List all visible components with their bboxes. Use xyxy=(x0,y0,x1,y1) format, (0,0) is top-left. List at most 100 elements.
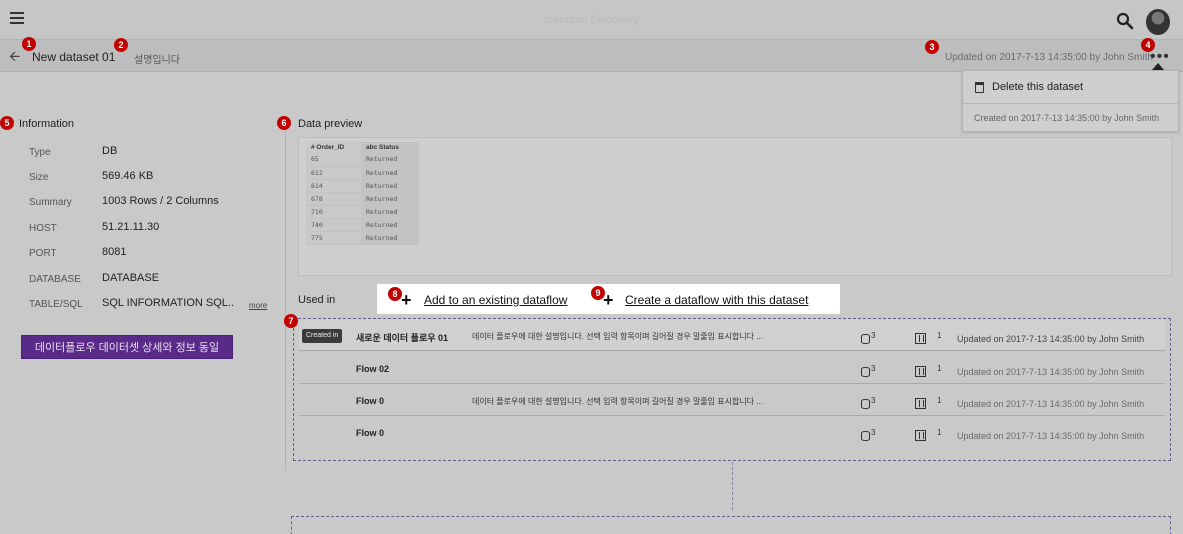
list-item[interactable]: Flow 0 데이터 플로우에 대한 설명입니다. 선택 입력 항목이며 길어질… xyxy=(299,384,1165,416)
table-icon xyxy=(915,398,926,409)
table-cell: 614 xyxy=(306,179,361,193)
trash-icon xyxy=(975,81,984,93)
table-icon xyxy=(915,430,926,441)
database-icon xyxy=(861,367,870,377)
info-value: DATABASE xyxy=(102,272,160,284)
info-label: PORT xyxy=(29,248,57,259)
dataset-count: 3 xyxy=(871,428,876,437)
table-cell: 740 xyxy=(306,218,361,232)
avatar[interactable] xyxy=(1146,9,1170,35)
top-bar: metatron Discovery xyxy=(0,0,1183,40)
flow-updated: Updated on 2017-7-13 14:35:00 by John Sm… xyxy=(957,399,1145,409)
database-icon xyxy=(861,399,870,409)
created-info: Created on 2017-7-13 14:35:00 by John Sm… xyxy=(974,113,1160,123)
information-title: Information xyxy=(19,118,75,130)
preview-table: # Order_ID abc Status 65 Returned 612 Retu… xyxy=(306,142,419,245)
annotation-badge: 4 xyxy=(1141,38,1155,52)
table-count: 1 xyxy=(937,364,942,373)
dataset-header: 🡨 New dataset 01 설명입니다 Updated on 2017-7… xyxy=(0,40,1183,72)
table-cell: 775 xyxy=(306,231,361,245)
guide-box xyxy=(291,516,1171,534)
plus-icon: + xyxy=(401,290,412,310)
dataset-title[interactable]: New dataset 01 xyxy=(32,50,115,64)
created-in-badge: Created in xyxy=(302,329,343,343)
dataset-description[interactable]: 설명입니다 xyxy=(134,51,180,66)
table-cell: Returned xyxy=(361,218,419,232)
used-in-title: Used in xyxy=(298,294,336,306)
flow-name: Flow 02 xyxy=(356,364,390,374)
table-row: 614 Returned xyxy=(306,179,419,193)
info-label: TABLE/SQL xyxy=(29,299,83,310)
more-link[interactable]: more xyxy=(249,301,267,310)
delete-dataset-item[interactable]: Delete this dataset xyxy=(975,81,1083,93)
divider xyxy=(963,103,1178,104)
table-row: 740 Returned xyxy=(306,218,419,232)
table-cell: Returned xyxy=(361,179,419,193)
list-item[interactable]: Created in 새로운 데이터 플로우 01 데이터 플로우에 대한 설명… xyxy=(299,319,1165,351)
annotation-badge: 2 xyxy=(114,38,128,52)
flow-name: Flow 0 xyxy=(356,396,385,406)
annotation-badge: 8 xyxy=(388,287,402,301)
dataflow-list: Created in 새로운 데이터 플로우 01 데이터 플로우에 대한 설명… xyxy=(293,318,1171,461)
info-value: SQL INFORMATION SQL.. xyxy=(102,297,235,309)
info-value: 1003 Rows / 2 Columns xyxy=(102,195,219,207)
flow-name: 새로운 데이터 플로우 01 xyxy=(356,333,449,343)
dropdown-caret xyxy=(1152,63,1164,70)
info-label: Size xyxy=(29,172,49,183)
info-value: 51.21.11.30 xyxy=(102,221,160,233)
flow-updated: Updated on 2017-7-13 14:35:00 by John Sm… xyxy=(957,367,1145,377)
dataset-count: 3 xyxy=(871,396,876,405)
table-count: 1 xyxy=(937,331,942,340)
table-cell: Returned xyxy=(361,166,419,180)
annotation-badge: 6 xyxy=(277,116,291,130)
table-count: 1 xyxy=(937,396,942,405)
table-cell: 710 xyxy=(306,205,361,219)
table-row: 678 Returned xyxy=(306,192,419,206)
table-cell: Returned xyxy=(361,153,419,167)
table-count: 1 xyxy=(937,428,942,437)
info-value: DB xyxy=(102,145,118,157)
annotation-badge: 1 xyxy=(22,37,36,51)
data-preview-title: Data preview xyxy=(298,118,363,130)
dataflow-info-button[interactable]: 데이터플로우 데이터셋 상세와 정보 동일 xyxy=(21,335,233,359)
info-label: Type xyxy=(29,147,51,158)
search-icon[interactable] xyxy=(1116,12,1134,30)
column-header[interactable]: abc Status xyxy=(361,142,419,153)
annotation-badge: 9 xyxy=(591,286,605,300)
info-label: DATABASE xyxy=(29,274,81,285)
add-existing-dataflow-link[interactable]: Add to an existing dataflow xyxy=(424,293,567,307)
annotation-badge: 5 xyxy=(0,116,14,130)
flow-name: Flow 0 xyxy=(356,428,385,438)
annotation-badge: 3 xyxy=(925,40,939,54)
updated-info: Updated on 2017-7-13 14:35:00 by John Sm… xyxy=(945,52,1153,63)
dataflow-actions: + Add to an existing dataflow + Create a… xyxy=(377,284,840,314)
database-icon xyxy=(861,431,870,441)
table-icon xyxy=(915,333,926,344)
app-brand: metatron Discovery xyxy=(544,14,639,26)
annotation-badge: 7 xyxy=(284,314,298,328)
list-item[interactable]: Flow 02 3 1 Updated on 2017-7-13 14:35:0… xyxy=(299,352,1165,384)
table-cell: 65 xyxy=(306,153,361,167)
info-value: 8081 xyxy=(102,246,127,258)
back-arrow-icon[interactable]: 🡨 xyxy=(9,49,20,63)
table-row: 775 Returned xyxy=(306,231,419,245)
info-value: 569.46 KB xyxy=(102,170,154,182)
flow-updated: Updated on 2017-7-13 14:35:00 by John Sm… xyxy=(957,431,1145,441)
table-cell: 612 xyxy=(306,166,361,180)
delete-dataset-label: Delete this dataset xyxy=(992,81,1084,93)
divider xyxy=(285,118,286,470)
flow-description: 데이터 플로우에 대한 설명입니다. 선택 입력 항목이며 길어질 경우 말줄임… xyxy=(472,332,763,341)
create-dataflow-link[interactable]: Create a dataflow with this dataset xyxy=(625,293,808,307)
data-preview-panel: # Order_ID abc Status 65 Returned 612 Retu… xyxy=(298,137,1172,276)
table-row: 65 Returned xyxy=(306,153,419,167)
table-cell: 678 xyxy=(306,192,361,206)
flow-updated: Updated on 2017-7-13 14:35:00 by John Sm… xyxy=(957,334,1145,344)
column-header[interactable]: # Order_ID xyxy=(306,142,361,153)
list-item[interactable]: Flow 0 3 1 Updated on 2017-7-13 14:35:00… xyxy=(299,416,1165,448)
table-cell: Returned xyxy=(361,192,419,206)
more-options-menu: Delete this dataset Created on 2017-7-13… xyxy=(962,70,1179,132)
table-row: 710 Returned xyxy=(306,205,419,219)
dataset-count: 3 xyxy=(871,364,876,373)
table-icon xyxy=(915,366,926,377)
table-row: 612 Returned xyxy=(306,166,419,180)
